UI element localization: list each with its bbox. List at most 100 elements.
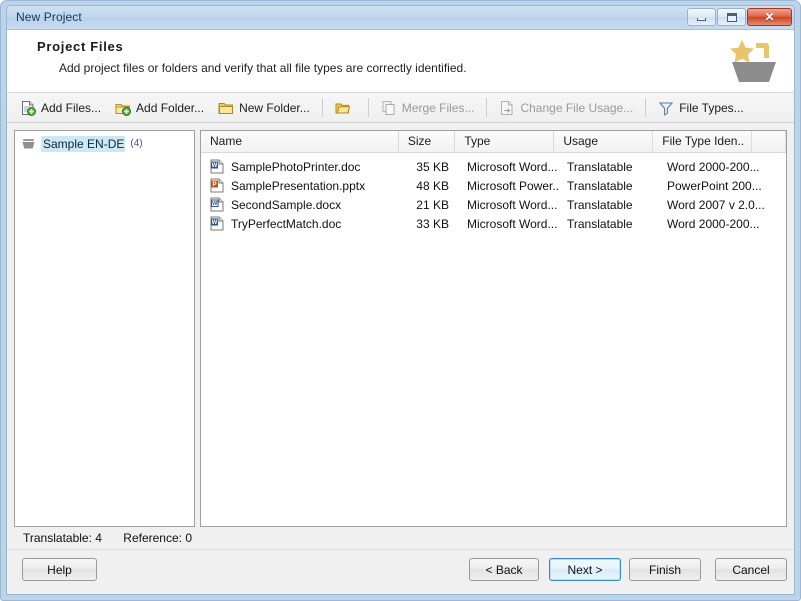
file-type-identifier-cell: Word 2000-200... [667,216,760,231]
svg-text:P: P [212,182,216,188]
file-usage-cell: Translatable [567,159,633,174]
folder-options-icon [335,100,351,116]
file-type-cell: Microsoft Word... [467,197,558,212]
svg-text:W: W [212,163,218,169]
table-row[interactable]: W TryPerfectMatch.doc 33 KB Microsoft Wo… [201,214,786,233]
toolbar-merge-files-label: Merge Files... [401,100,475,115]
file-usage-cell: Translatable [567,216,633,231]
file-name-cell: W SecondSample.docx [201,197,401,212]
column-header-type[interactable]: Type [455,131,555,152]
file-list-header: Name Size Type Usage File Type Iden.. [201,131,786,153]
new-folder-icon [218,100,234,116]
window-controls: ✕ [687,8,792,26]
toolbar-new-folder-button[interactable]: New Folder... [211,96,317,120]
file-list-panel[interactable]: Name Size Type Usage File Type Iden.. W … [200,130,787,527]
toolbar-change-file-usage-button[interactable]: Change File Usage... [492,96,640,120]
word-doc-icon: W [210,159,224,174]
page-subtitle: Add project files or folders and verify … [59,61,467,75]
back-button[interactable]: < Back [469,558,539,581]
column-header-size[interactable]: Size [399,131,456,152]
finish-button[interactable]: Finish [629,558,701,581]
svg-text:W: W [212,220,218,226]
file-size-cell: 21 KB [416,197,449,212]
file-name-cell: W SamplePhotoPrinter.doc [201,159,401,174]
file-type-identifier-cell: PowerPoint 200... [667,178,762,193]
window-inner: New Project ✕ Project Files Add project … [6,5,795,595]
toolbar-add-files-label: Add Files... [41,100,102,115]
svg-text:W: W [212,201,218,207]
maximize-button[interactable] [717,8,746,26]
status-translatable-count: Translatable: 4 [23,531,102,545]
tree-node-sample-en-de[interactable]: Sample EN-DE (4) [21,134,143,153]
file-type-identifier-cell: Word 2007 v 2.0... [667,197,765,212]
table-row[interactable]: P SamplePresentation.pptx 48 KB Microsof… [201,176,786,195]
file-usage-cell: Translatable [567,197,633,212]
minimize-button[interactable] [687,8,716,26]
file-size-cell: 33 KB [416,216,449,231]
file-type-cell: Microsoft Word... [467,216,558,231]
word-docx-icon: W [210,197,224,212]
column-header-file-type[interactable]: File Type Iden.. [653,131,753,152]
content-area: Sample EN-DE (4) Name Size Type Usage Fi… [7,123,794,527]
next-button[interactable]: Next > [549,558,621,581]
status-reference-count: Reference: 0 [123,531,192,545]
toolbar-separator-2 [367,98,369,117]
file-name-text: TryPerfectMatch.doc [231,216,342,231]
toolbar-add-files-button[interactable]: Add Files... [13,96,108,120]
add-folder-icon [115,100,132,116]
toolbar-file-types-button[interactable]: File Types... [651,96,750,120]
maximize-icon [726,12,737,22]
file-list-rows: W SamplePhotoPrinter.doc 35 KB Microsoft… [201,153,786,233]
toolbar-merge-files-button[interactable]: Merge Files... [374,96,482,120]
minimize-icon [697,17,706,21]
file-type-cell: Microsoft Word... [467,159,558,174]
toolbar-separator-3 [486,98,488,117]
file-name-cell: P SamplePresentation.pptx [201,178,401,193]
status-bar: Translatable: 4 Reference: 0 [7,527,794,549]
page-title: Project Files [37,39,124,54]
file-type-cell: Microsoft Power... [467,178,558,193]
window-title: New Project [16,10,82,24]
column-header-usage[interactable]: Usage [554,131,654,152]
dialog-footer: Help < Back Next > Finish Cancel [7,549,794,594]
table-row[interactable]: W SamplePhotoPrinter.doc 35 KB Microsoft… [201,157,786,176]
table-row[interactable]: W SecondSample.docx 21 KB Microsoft Word… [201,195,786,214]
word-doc-icon: W [210,216,224,231]
toolbar-separator-4 [645,98,647,117]
file-size-cell: 48 KB [416,178,449,193]
dialog-header: Project Files Add project files or folde… [7,30,794,93]
file-name-cell: W TryPerfectMatch.doc [201,216,401,231]
toolbar-add-folder-label: Add Folder... [136,100,205,115]
toolbar-file-types-label: File Types... [679,100,744,115]
toolbar: Add Files... Add Folder... New Folder...… [7,93,794,123]
file-name-text: SecondSample.docx [231,197,342,212]
tree-node-count: (4) [130,138,143,149]
filter-funnel-icon [658,100,674,116]
project-tree-panel[interactable]: Sample EN-DE (4) [14,130,195,527]
add-file-icon [20,100,36,116]
toolbar-change-file-usage-label: Change File Usage... [520,100,634,115]
close-icon: ✕ [764,10,775,24]
close-button[interactable]: ✕ [747,8,792,26]
column-header-extra[interactable] [752,131,786,152]
dialog-window: New Project ✕ Project Files Add project … [0,0,801,601]
file-usage-cell: Translatable [567,178,633,193]
toolbar-folder-options-button[interactable] [328,96,363,120]
file-name-text: SamplePresentation.pptx [231,178,366,193]
merge-files-icon [381,100,397,116]
change-usage-icon [499,100,515,116]
toolbar-separator-1 [321,98,323,117]
toolbar-add-folder-button[interactable]: Add Folder... [108,96,211,120]
title-bar: New Project ✕ [7,6,794,30]
powerpoint-pptx-icon: P [210,178,224,193]
file-type-identifier-cell: Word 2000-200... [667,159,760,174]
column-header-name[interactable]: Name [201,131,399,152]
file-size-cell: 35 KB [416,159,449,174]
tree-node-label: Sample EN-DE [41,135,126,152]
help-button[interactable]: Help [22,558,97,581]
cancel-button[interactable]: Cancel [715,558,787,581]
star-basket-icon [730,40,776,82]
file-name-text: SamplePhotoPrinter.doc [231,159,361,174]
toolbar-new-folder-label: New Folder... [239,100,310,115]
project-basket-icon [21,137,36,151]
